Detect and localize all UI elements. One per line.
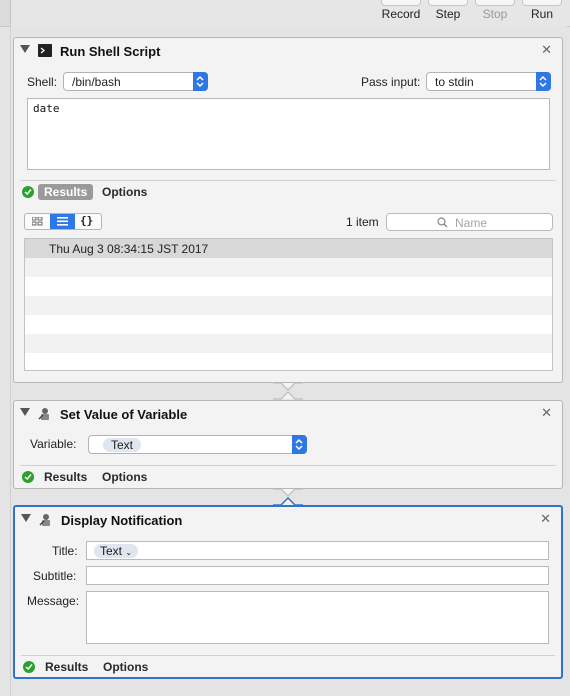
title-token[interactable]: Text ⌄ — [94, 544, 139, 558]
run-shell-script-action: Run Shell Script ✕ Shell: /bin/bash Pass… — [13, 37, 563, 383]
record-button-face[interactable] — [381, 0, 421, 6]
stop-button[interactable]: Stop — [472, 0, 518, 22]
variable-value: Text — [103, 438, 142, 452]
empty-row — [25, 315, 552, 334]
chevron-down-icon: ⌄ — [125, 548, 133, 557]
options-tab[interactable]: Options — [102, 184, 147, 200]
step-label: Step — [435, 7, 461, 21]
search-placeholder: Name — [455, 216, 488, 230]
action-footer: Results Options — [14, 465, 562, 487]
shell-popup[interactable]: /bin/bash — [63, 72, 208, 91]
subtitle-label: Subtitle: — [33, 569, 77, 583]
chevron-updown-icon — [193, 72, 208, 91]
close-icon[interactable]: ✕ — [541, 42, 552, 58]
list-icon — [57, 217, 68, 226]
source-view-button[interactable]: {} — [76, 214, 101, 229]
script-text: date — [33, 102, 60, 115]
pass-input-label: Pass input: — [361, 75, 421, 89]
action-header: Run Shell Script ✕ — [14, 38, 562, 64]
step-button[interactable]: Step — [425, 0, 471, 22]
stop-button-face[interactable] — [475, 0, 515, 6]
results-list: Thu Aug 3 08:34:15 JST 2017 — [24, 238, 553, 371]
empty-row — [25, 258, 552, 277]
empty-row — [25, 277, 552, 296]
action-header: Display Notification ✕ — [15, 507, 561, 533]
pass-input-value: to stdin — [435, 75, 474, 89]
disclosure-triangle-icon[interactable] — [20, 45, 30, 53]
automator-robot-icon — [39, 513, 53, 526]
message-label: Message: — [27, 594, 80, 608]
title-field[interactable]: Text ⌄ — [86, 541, 549, 560]
results-tab[interactable]: Results — [45, 659, 88, 675]
shell-label: Shell: — [27, 75, 58, 89]
workflow-area: Run Shell Script ✕ Shell: /bin/bash Pass… — [10, 26, 567, 696]
result-text: Thu Aug 3 08:34:15 JST 2017 — [49, 242, 209, 256]
pass-input-popup[interactable]: to stdin — [426, 72, 551, 91]
record-label: Record — [381, 7, 421, 21]
run-button-face[interactable] — [522, 0, 562, 6]
empty-row — [25, 334, 552, 353]
toolbar-left-edge — [0, 0, 11, 26]
title-token-text: Text — [100, 544, 123, 558]
footer-divider — [20, 180, 556, 181]
variable-popup[interactable]: Text — [88, 435, 307, 454]
message-field[interactable] — [86, 591, 549, 644]
chevron-updown-icon — [292, 435, 307, 454]
footer-divider — [20, 465, 556, 466]
grid-icon — [32, 217, 43, 226]
list-item[interactable]: Thu Aug 3 08:34:15 JST 2017 — [25, 239, 552, 258]
item-count: 1 item — [346, 215, 379, 229]
results-tab[interactable]: Results — [38, 184, 94, 200]
action-footer: Results Options — [14, 180, 562, 202]
display-notification-action: Display Notification ✕ Title: Text ⌄ Sub… — [13, 505, 563, 679]
results-search-field[interactable]: Name — [386, 213, 553, 231]
view-mode-segmented-control[interactable]: {} — [24, 213, 102, 230]
title-label: Title: — [52, 544, 78, 558]
automator-robot-icon — [38, 407, 52, 420]
script-editor[interactable]: date — [27, 98, 550, 170]
options-tab[interactable]: Options — [103, 659, 148, 675]
empty-row — [25, 296, 552, 315]
record-button[interactable]: Record — [378, 0, 424, 22]
action-connector — [273, 382, 303, 400]
results-tab[interactable]: Results — [44, 469, 87, 485]
success-check-icon — [23, 661, 35, 673]
terminal-icon — [38, 44, 52, 57]
shell-value: /bin/bash — [72, 75, 121, 89]
close-icon[interactable]: ✕ — [540, 511, 551, 527]
success-check-icon — [22, 471, 34, 483]
disclosure-triangle-icon[interactable] — [21, 514, 31, 522]
variable-label: Variable: — [30, 437, 77, 451]
action-footer: Results Options — [15, 655, 561, 677]
action-title: Run Shell Script — [60, 44, 161, 59]
action-title: Display Notification — [61, 513, 183, 528]
step-button-face[interactable] — [428, 0, 468, 6]
action-header: Set Value of Variable ✕ — [14, 401, 562, 427]
run-button[interactable]: Run — [519, 0, 565, 22]
empty-row — [25, 353, 552, 370]
subtitle-field[interactable] — [86, 566, 549, 585]
close-icon[interactable]: ✕ — [541, 405, 552, 421]
run-label: Run — [530, 7, 553, 21]
disclosure-triangle-icon[interactable] — [20, 408, 30, 416]
success-check-icon — [22, 186, 34, 198]
chevron-updown-icon — [536, 72, 551, 91]
options-tab[interactable]: Options — [102, 469, 147, 485]
footer-divider — [21, 655, 555, 656]
icon-view-button[interactable] — [25, 214, 50, 229]
stop-label: Stop — [482, 7, 508, 21]
toolbar: Record Step Stop Run — [0, 0, 570, 27]
search-icon — [437, 217, 448, 228]
braces-icon: {} — [80, 214, 94, 227]
set-value-of-variable-action: Set Value of Variable ✕ Variable: Text R… — [13, 400, 563, 489]
list-view-button[interactable] — [50, 214, 75, 229]
action-title: Set Value of Variable — [60, 407, 188, 422]
